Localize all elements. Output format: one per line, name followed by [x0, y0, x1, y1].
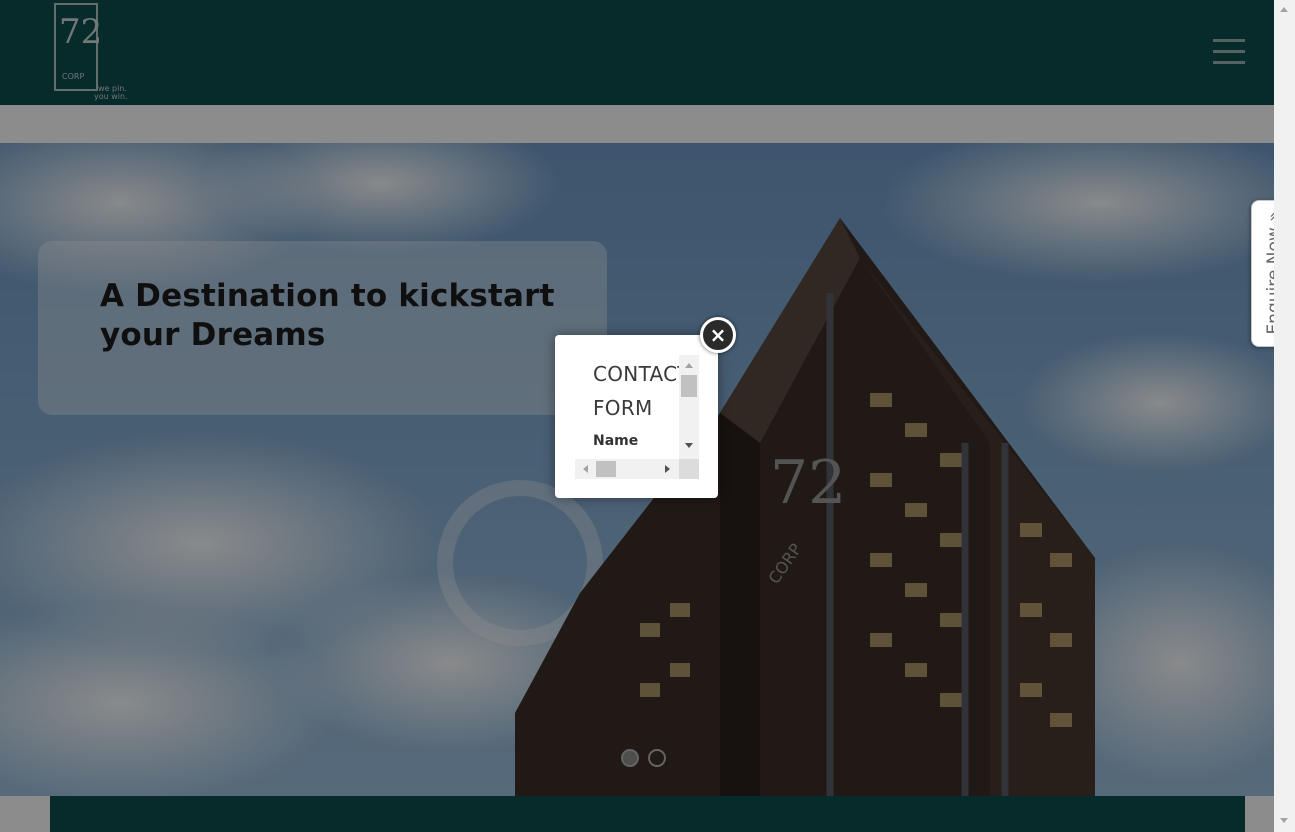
scroll-right-arrow-icon[interactable]: [665, 465, 670, 473]
scroll-down-arrow-icon[interactable]: [685, 443, 693, 448]
window-scrollbar[interactable]: [1274, 0, 1295, 832]
horizontal-scroll-thumb[interactable]: [596, 461, 616, 477]
horizontal-scrollbar[interactable]: [575, 459, 679, 479]
vertical-scrollbar[interactable]: [679, 355, 699, 459]
window-scroll-up-icon[interactable]: [1280, 7, 1288, 12]
vertical-scroll-thumb[interactable]: [681, 375, 697, 397]
window-scroll-down-icon[interactable]: [1280, 818, 1288, 823]
close-icon[interactable]: ×: [700, 317, 736, 353]
scroll-left-arrow-icon[interactable]: [583, 465, 588, 473]
contact-form-frame: CONTACT FORM Name: [575, 355, 699, 479]
contact-form-content: CONTACT FORM Name: [593, 355, 690, 449]
name-field-label: Name: [593, 433, 639, 449]
scroll-up-arrow-icon[interactable]: [685, 363, 693, 368]
contact-form-popup: CONTACT FORM Name: [555, 335, 718, 498]
scrollbar-corner: [679, 459, 699, 479]
